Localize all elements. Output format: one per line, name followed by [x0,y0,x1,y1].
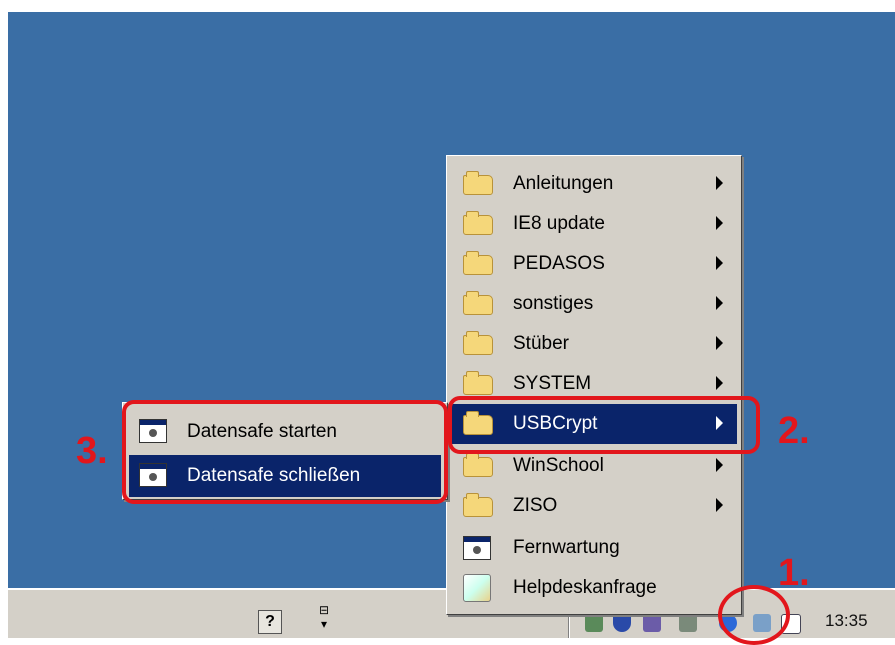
menu-item-ziso[interactable]: ZISO [451,486,737,526]
submenu-arrow-icon [716,498,723,512]
menu-item-stueber[interactable]: Stüber [451,324,737,364]
network-icon[interactable] [643,614,661,632]
menu-item-ie8-update[interactable]: IE8 update [451,204,737,244]
menu-item-label: Fernwartung [513,537,620,558]
menu-item-label: Stüber [513,333,569,354]
app-window-icon [463,536,491,560]
quicklaunch-toggle[interactable]: ⊟ ▾ [316,603,332,631]
folder-icon [463,453,493,477]
annotation-step-1: 1. [778,552,810,594]
tray-tool-icon[interactable] [679,614,697,632]
submenu-arrow-icon [716,336,723,350]
annotation-box-submenu [122,400,448,504]
submenu-arrow-icon [716,376,723,390]
folder-icon [463,171,493,195]
menu-item-label: ZISO [513,495,558,516]
menu-item-label: Anleitungen [513,173,614,194]
submenu-arrow-icon [716,296,723,310]
tray-popup-menu: Anleitungen IE8 update PEDASOS sonstiges… [446,155,742,615]
folder-icon [463,371,493,395]
annotation-step-3: 3. [76,430,108,472]
folder-icon [463,291,493,315]
menu-item-label: IE8 update [513,213,605,234]
submenu-arrow-icon [716,256,723,270]
folder-icon [463,493,493,517]
menu-item-label: PEDASOS [513,253,605,274]
menu-item-helpdeskanfrage[interactable]: Helpdeskanfrage [451,568,737,608]
menu-item-pedasos[interactable]: PEDASOS [451,244,737,284]
menu-item-label: sonstiges [513,293,594,314]
menu-item-fernwartung[interactable]: Fernwartung [451,528,737,568]
help-icon[interactable]: ? [258,610,282,634]
submenu-arrow-icon [716,458,723,472]
folder-icon [463,211,493,235]
tray-app-icon[interactable] [585,614,603,632]
submenu-arrow-icon [716,216,723,230]
folder-icon [463,331,493,355]
annotation-box-usbcrypt [448,396,760,454]
submenu-arrow-icon [716,176,723,190]
helpdesk-icon [463,574,491,602]
menu-item-label: WinSchool [513,455,604,476]
menu-item-sonstiges[interactable]: sonstiges [451,284,737,324]
menu-item-label: Helpdeskanfrage [513,577,657,598]
annotation-step-2: 2. [778,410,810,452]
clock[interactable]: 13:35 [825,611,868,631]
antivirus-shield-icon[interactable] [613,614,631,632]
menu-item-label: SYSTEM [513,373,592,394]
folder-icon [463,251,493,275]
menu-item-anleitungen[interactable]: Anleitungen [451,164,737,204]
